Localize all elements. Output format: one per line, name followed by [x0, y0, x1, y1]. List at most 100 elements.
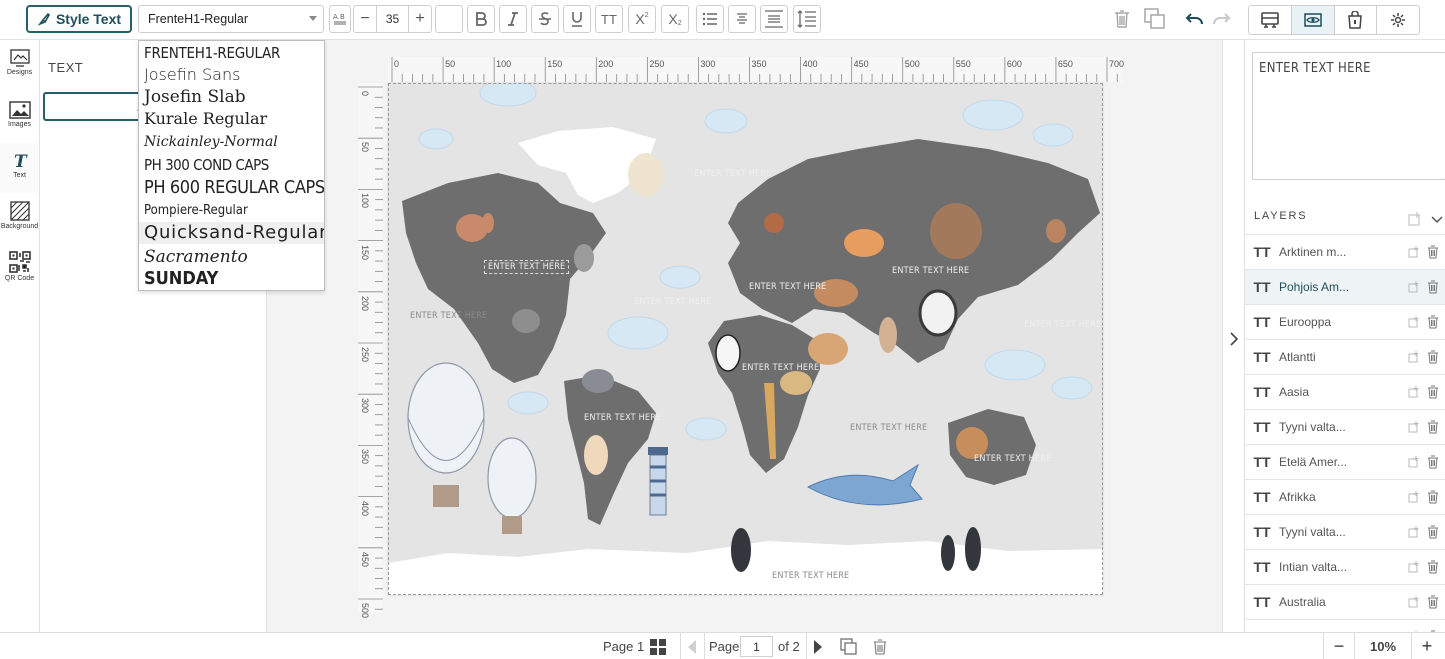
text-layer-placeholder[interactable]: ENTER TEXT HERE: [749, 282, 826, 292]
layer-row[interactable]: TT Afrikka: [1245, 480, 1445, 515]
rail-item-text[interactable]: T Text: [0, 143, 39, 193]
panel-collapse-strip[interactable]: [1222, 40, 1244, 632]
letter-spacing-button[interactable]: AB: [329, 5, 351, 33]
italic-button[interactable]: [499, 5, 527, 33]
line-height-button[interactable]: [793, 5, 821, 33]
font-option[interactable]: Quicksand-Regular: [139, 222, 324, 244]
rail-item-designs[interactable]: Designs: [0, 40, 39, 90]
bold-button[interactable]: [467, 5, 495, 33]
font-size-value[interactable]: 35: [376, 6, 409, 32]
font-size-increase-button[interactable]: +: [409, 6, 431, 32]
text-layer-placeholder[interactable]: ENTER TEXT HERE: [772, 571, 849, 581]
font-option[interactable]: SUNDAY: [139, 268, 324, 290]
text-layer-placeholder[interactable]: ENTER TEXT HERE: [410, 311, 487, 321]
font-option[interactable]: Pompiere-Regular: [139, 200, 324, 222]
tab-settings[interactable]: [1377, 6, 1419, 34]
trash-icon[interactable]: [1427, 245, 1439, 259]
redo-button[interactable]: [1209, 5, 1233, 33]
delete-page-button[interactable]: [873, 633, 887, 659]
layer-lock-icon[interactable]: [1408, 246, 1420, 258]
layer-row[interactable]: TT Tyyni valta...: [1245, 410, 1445, 445]
font-family-select[interactable]: FrenteH1-Regular: [138, 5, 324, 33]
tab-cart[interactable]: [1335, 6, 1378, 34]
next-page-button[interactable]: [806, 633, 828, 659]
font-option[interactable]: Kurale Regular: [139, 108, 324, 130]
trash-icon[interactable]: [1427, 385, 1439, 399]
align-center-button[interactable]: [728, 5, 756, 33]
layer-row[interactable]: TT Australia: [1245, 585, 1445, 620]
layer-row[interactable]: TTAntarktis: [1245, 620, 1445, 632]
zoom-in-button[interactable]: +: [1412, 633, 1442, 659]
font-option[interactable]: Sacramento: [139, 246, 324, 268]
delete-element-button[interactable]: [1110, 5, 1134, 33]
page-grid-button[interactable]: [649, 633, 667, 659]
font-option[interactable]: Nickainley-Normal: [139, 131, 324, 153]
design-canvas[interactable]: ENTER TEXT HERE ENTER TEXT HERE ENTER TE…: [388, 83, 1103, 595]
trash-icon[interactable]: [1427, 420, 1439, 434]
chevron-down-icon[interactable]: [1431, 215, 1443, 225]
text-layer-placeholder[interactable]: ENTER TEXT HERE: [484, 260, 570, 274]
layer-row[interactable]: TT Atlantti: [1245, 340, 1445, 375]
text-layer-placeholder[interactable]: ENTER TEXT HERE: [634, 297, 711, 307]
layer-lock-icon[interactable]: [1408, 561, 1420, 573]
layer-row[interactable]: TT Pohjois Am...: [1245, 270, 1445, 305]
zoom-out-button[interactable]: −: [1324, 633, 1354, 659]
trash-icon[interactable]: [1427, 560, 1439, 574]
trash-icon[interactable]: [1427, 315, 1439, 329]
letter-height-button[interactable]: [760, 5, 788, 33]
layer-lock-icon[interactable]: [1408, 526, 1420, 538]
layer-row[interactable]: TT Aasia: [1245, 375, 1445, 410]
trash-icon[interactable]: [1427, 350, 1439, 364]
trash-icon[interactable]: [1427, 455, 1439, 469]
trash-icon[interactable]: [1427, 525, 1439, 539]
rail-item-images[interactable]: Images: [0, 92, 39, 142]
layer-lock-icon[interactable]: [1408, 421, 1420, 433]
tab-preview[interactable]: [1291, 6, 1335, 34]
layer-lock-icon[interactable]: [1408, 351, 1420, 363]
text-layer-placeholder[interactable]: ENTER TEXT HERE: [584, 413, 661, 423]
font-option[interactable]: PH 600 REGULAR CAPS: [139, 177, 324, 199]
rail-item-qr-code[interactable]: QR Code: [0, 242, 39, 292]
text-layer-placeholder[interactable]: ENTER TEXT HERE: [850, 423, 927, 433]
layer-lock-icon[interactable]: [1408, 456, 1420, 468]
undo-button[interactable]: [1183, 5, 1207, 33]
layer-row[interactable]: TT Intian valta...: [1245, 550, 1445, 585]
duplicate-page-button[interactable]: [840, 633, 858, 659]
text-layer-placeholder[interactable]: ENTER TEXT HERE: [892, 266, 969, 276]
text-editor-textarea[interactable]: ENTER TEXT HERE: [1252, 52, 1445, 180]
font-option[interactable]: Josefin Slab: [139, 86, 324, 108]
layer-row[interactable]: TT Tyyni valta...: [1245, 515, 1445, 550]
trash-icon[interactable]: [1427, 595, 1439, 609]
text-color-swatch[interactable]: [435, 5, 463, 33]
style-text-button[interactable]: Style Text: [26, 5, 132, 33]
previous-page-button[interactable]: [680, 633, 702, 659]
trash-icon[interactable]: [1427, 280, 1439, 294]
layer-row[interactable]: TT Etelä Amer...: [1245, 445, 1445, 480]
text-layer-placeholder[interactable]: ENTER TEXT HERE: [974, 454, 1051, 464]
font-option[interactable]: PH 300 COND CAPS: [139, 154, 324, 176]
strikethrough-button[interactable]: [531, 5, 559, 33]
font-option[interactable]: Josefin Sans: [139, 64, 324, 86]
layer-lock-icon[interactable]: [1408, 316, 1420, 328]
underline-button[interactable]: [563, 5, 591, 33]
layer-row[interactable]: TT Eurooppa: [1245, 305, 1445, 340]
bullet-list-button[interactable]: [696, 5, 724, 33]
subscript-button[interactable]: X2: [661, 5, 689, 33]
font-option[interactable]: FRENTEH1-REGULAR: [139, 42, 324, 64]
rail-item-background[interactable]: Background: [0, 192, 39, 242]
tab-product[interactable]: [1249, 6, 1292, 34]
all-caps-button[interactable]: TT: [595, 5, 623, 33]
text-layer-placeholder[interactable]: ENTER TEXT HERE: [694, 169, 771, 179]
superscript-button[interactable]: X2: [628, 5, 656, 33]
layer-lock-icon[interactable]: [1408, 386, 1420, 398]
duplicate-element-button[interactable]: [1142, 5, 1168, 33]
text-layer-placeholder[interactable]: ENTER TEXT HERE: [742, 363, 819, 373]
add-layer-icon[interactable]: [1408, 212, 1422, 226]
layer-lock-icon[interactable]: [1408, 281, 1420, 293]
page-number-input[interactable]: 1: [740, 636, 773, 657]
layer-row[interactable]: TT Arktinen m...: [1245, 235, 1445, 270]
text-layer-placeholder[interactable]: ENTER TEXT HERE: [1024, 320, 1101, 330]
layer-lock-icon[interactable]: [1408, 596, 1420, 608]
trash-icon[interactable]: [1427, 490, 1439, 504]
layer-lock-icon[interactable]: [1408, 491, 1420, 503]
